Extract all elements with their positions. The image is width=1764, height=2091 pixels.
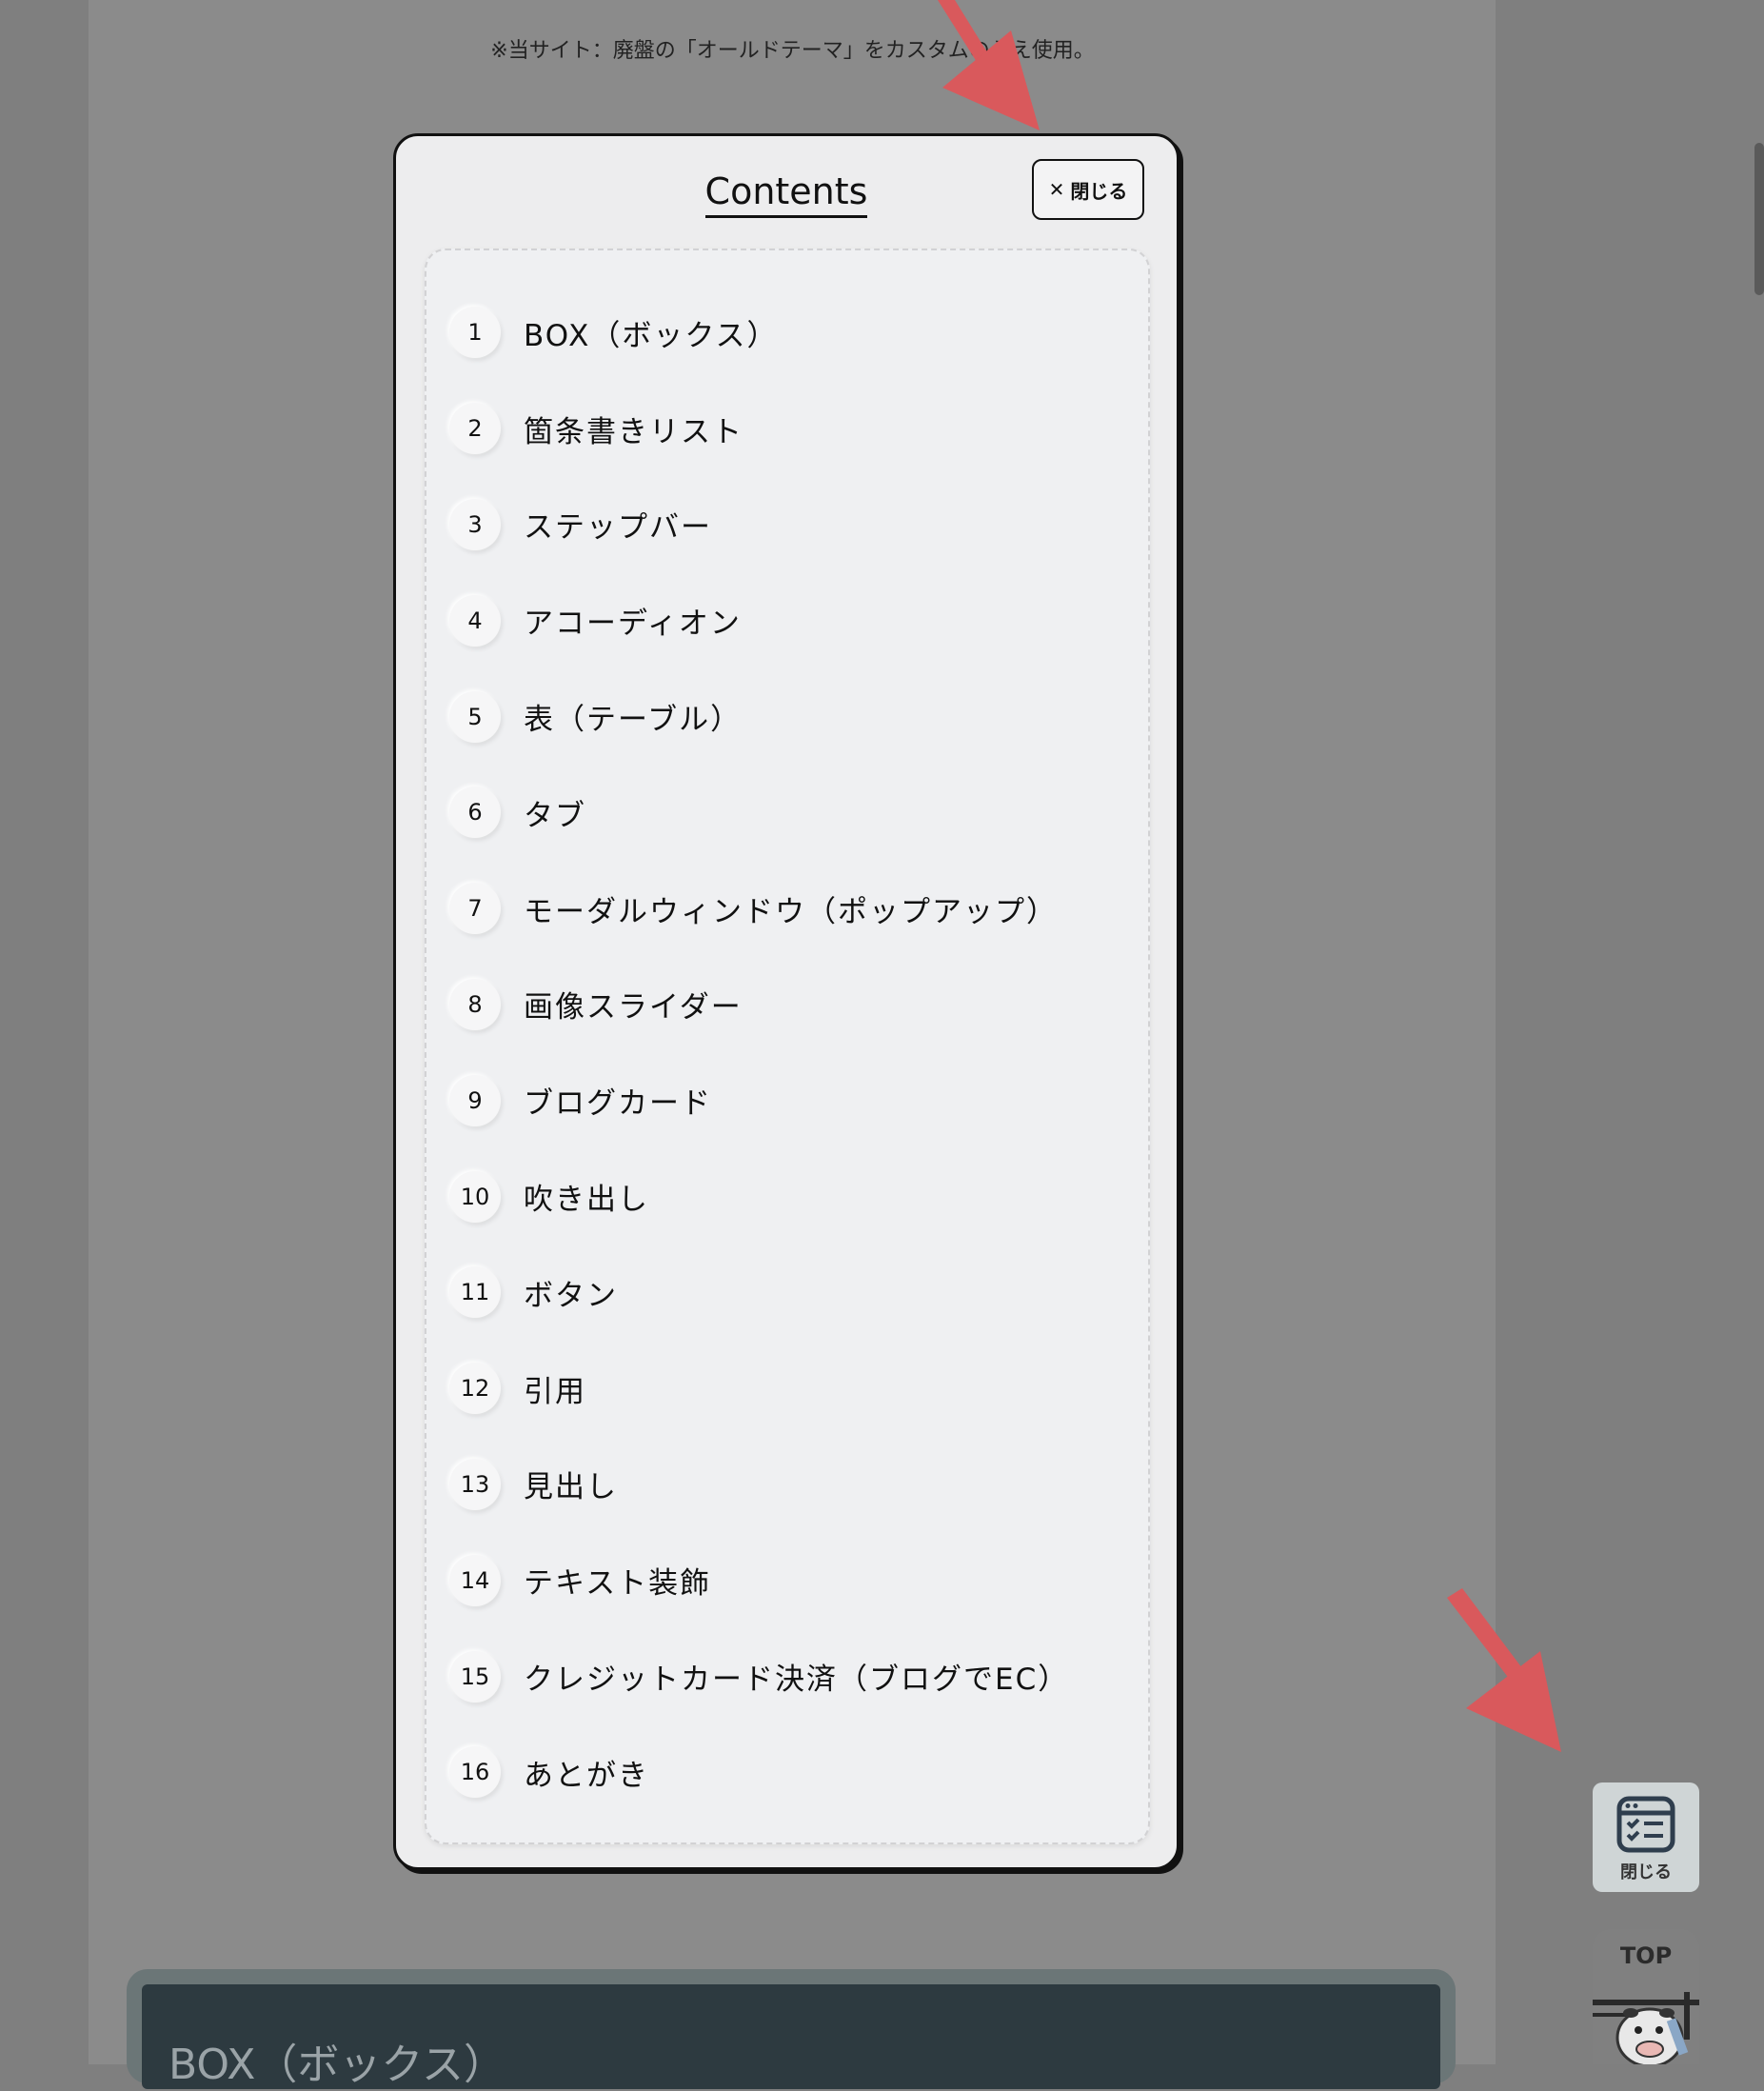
toc-item-number: 5 <box>449 690 501 743</box>
toc-item-label: テキスト装飾 <box>524 1566 712 1602</box>
toc-item[interactable]: 11 ボタン <box>449 1245 1125 1341</box>
toc-modal: Contents ✕ 閉じる 1 BOX（ボックス） 2 箇条書きリスト 3 ステップバー… <box>393 133 1179 1870</box>
toc-item[interactable]: 12 引用 <box>449 1341 1125 1437</box>
toc-toggle-button[interactable]: 閉じる <box>1593 1782 1699 1892</box>
toc-toggle-label: 閉じる <box>1620 1862 1672 1882</box>
toc-item[interactable]: 1 BOX（ボックス） <box>449 285 1125 381</box>
toc-item-label: 箇条書きリスト <box>524 414 743 449</box>
toc-item[interactable]: 4 アコーディオン <box>449 572 1125 668</box>
toc-item-label: ステップバー <box>524 510 712 546</box>
toc-item-label: 吹き出し <box>524 1183 649 1218</box>
toc-item-number: 12 <box>449 1363 501 1415</box>
toc-item[interactable]: 13 見出し <box>449 1437 1125 1533</box>
toc-item-number: 16 <box>449 1746 501 1799</box>
top-label: TOP <box>1619 1942 1673 1969</box>
toc-item[interactable]: 15 クレジットカード決済（ブログでEC） <box>449 1628 1125 1724</box>
toc-item-label: アコーディオン <box>524 607 742 642</box>
toc-item-number: 3 <box>449 498 501 550</box>
toc-item-number: 15 <box>449 1650 501 1703</box>
toc-item-number: 7 <box>449 883 501 935</box>
toc-item-number: 1 <box>449 307 501 359</box>
toc-list-box: 1 BOX（ボックス） 2 箇条書きリスト 3 ステップバー 4 アコーディオン 5 表（テーブル… <box>425 249 1150 1844</box>
toc-item-number: 6 <box>449 787 501 839</box>
toc-item-number: 8 <box>449 978 501 1030</box>
toc-list: 1 BOX（ボックス） 2 箇条書きリスト 3 ステップバー 4 アコーディオン 5 表（テーブル… <box>449 285 1125 1821</box>
toc-item[interactable]: 8 画像スライダー <box>449 957 1125 1053</box>
toc-item-number: 11 <box>449 1266 501 1319</box>
close-button[interactable]: ✕ 閉じる <box>1032 159 1144 220</box>
scrollbar[interactable] <box>1754 143 1764 295</box>
toc-item-number: 13 <box>449 1458 501 1510</box>
toc-item-label: BOX（ボックス） <box>524 318 779 353</box>
section-heading-text: BOX（ボックス） <box>168 2041 506 2089</box>
toc-item-label: 画像スライダー <box>524 990 743 1026</box>
toc-item[interactable]: 10 吹き出し <box>449 1148 1125 1245</box>
toc-item-label: タブ <box>524 798 586 833</box>
back-to-top-button[interactable]: TOP <box>1593 1929 1699 2064</box>
toc-item[interactable]: 7 モーダルウィンドウ（ポップアップ） <box>449 861 1125 957</box>
toc-item[interactable]: 9 ブログカード <box>449 1052 1125 1148</box>
mascot-illustration <box>1593 1992 1699 2064</box>
toc-item-label: モーダルウィンドウ（ポップアップ） <box>524 894 1058 929</box>
section-heading: BOX（ボックス） <box>142 1984 1440 2089</box>
toc-item-label: あとがき <box>524 1758 649 1793</box>
toc-item-number: 4 <box>449 594 501 647</box>
toc-item-label: 見出し <box>524 1470 618 1505</box>
toc-item-label: 表（テーブル） <box>524 703 743 738</box>
checklist-icon <box>1616 1796 1675 1853</box>
close-button-label: 閉じる <box>1070 179 1128 203</box>
toc-item[interactable]: 14 テキスト装飾 <box>449 1532 1125 1628</box>
toc-item[interactable]: 3 ステップバー <box>449 477 1125 573</box>
toc-item-label: ボタン <box>524 1278 618 1313</box>
toc-item-label: クレジットカード決済（ブログでEC） <box>524 1663 1070 1698</box>
toc-item-number: 9 <box>449 1074 501 1126</box>
toc-item[interactable]: 2 箇条書きリスト <box>449 381 1125 477</box>
close-icon: ✕ <box>1048 178 1065 201</box>
toc-item-number: 10 <box>449 1170 501 1223</box>
toc-item[interactable]: 5 表（テーブル） <box>449 668 1125 765</box>
toc-item[interactable]: 6 タブ <box>449 765 1125 861</box>
toc-item-number: 2 <box>449 403 501 455</box>
site-note: ※当サイト：廃盤の「オールドテーマ」をカスタムのうえ使用。 <box>490 39 1095 63</box>
toc-item-label: 引用 <box>524 1374 586 1409</box>
toc-item-number: 14 <box>449 1554 501 1606</box>
toc-item[interactable]: 16 あとがき <box>449 1724 1125 1821</box>
toc-item-label: ブログカード <box>524 1086 712 1122</box>
